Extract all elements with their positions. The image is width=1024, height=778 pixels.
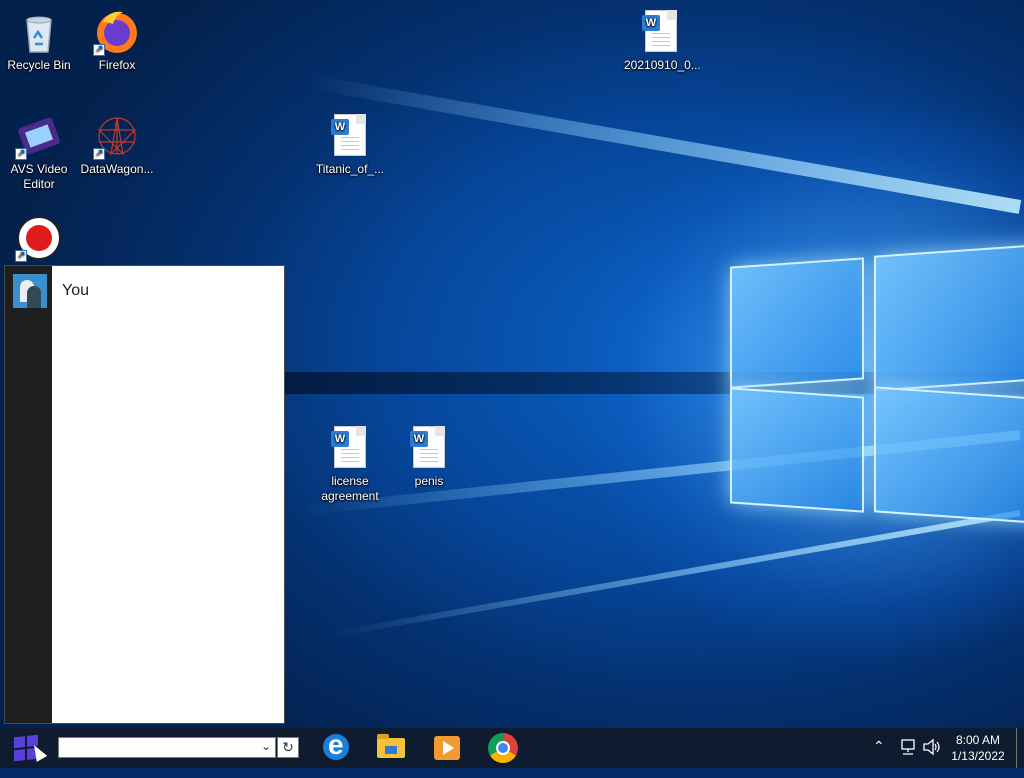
firefox-icon	[93, 8, 141, 57]
chrome-icon	[488, 733, 518, 763]
refresh-icon: ↻	[282, 739, 294, 755]
taskbar-app-edge[interactable]	[312, 728, 360, 768]
datawagon-icon	[93, 112, 141, 161]
desktop-icon-label: Recycle Bin	[7, 58, 71, 72]
chevron-up-icon[interactable]: ⌃	[873, 738, 885, 778]
clock-date: 1/13/2022	[951, 749, 1005, 763]
desktop-icon-penis[interactable]: W penis	[392, 424, 466, 489]
user-name[interactable]: You	[62, 282, 89, 300]
recycle-bin-icon	[15, 8, 63, 56]
word-document-icon: W	[637, 8, 685, 56]
window-logo-pane	[730, 387, 864, 513]
start-menu: You	[5, 266, 284, 723]
start-button[interactable]	[0, 728, 52, 768]
desktop-icon-avs-video-editor[interactable]: AVS Video Editor	[2, 112, 76, 192]
shortcut-arrow-icon	[15, 146, 27, 161]
chevron-down-icon[interactable]: ⌄	[261, 739, 271, 753]
desktop-icon-recorder[interactable]	[2, 214, 76, 264]
taskbar: ⌄ ↻ ⌃ 8:00 AM 1/13/2022	[0, 728, 1024, 768]
desktop-icon-label: license agreement	[321, 474, 379, 503]
desktop-icon-license-agreement[interactable]: W license agreement	[313, 424, 387, 504]
taskbar-app-chrome[interactable]	[479, 728, 527, 768]
desktop-icon-label: DataWagon...	[80, 162, 154, 176]
desktop-icon-document[interactable]: W Titanic_of_...	[313, 112, 387, 177]
window-logo-pane	[730, 257, 864, 389]
network-icon[interactable]	[899, 738, 917, 778]
desktop-icon-recycle-bin[interactable]: Recycle Bin	[2, 8, 76, 73]
desktop-icon-label: 20210910_0...	[624, 58, 701, 72]
word-document-icon: W	[326, 424, 374, 472]
refresh-button[interactable]: ↻	[277, 737, 299, 758]
volume-icon[interactable]	[922, 738, 942, 778]
user-avatar-icon[interactable]	[13, 274, 47, 308]
taskbar-app-file-explorer[interactable]	[367, 728, 415, 768]
taskbar-app-media-player[interactable]	[423, 728, 471, 768]
search-input[interactable]: ⌄	[58, 737, 276, 758]
desktop-icon-firefox[interactable]: Firefox	[80, 8, 154, 73]
desktop-icon-label: AVS Video Editor	[10, 162, 68, 191]
word-document-icon: W	[405, 424, 453, 472]
desktop-icon-datawagon[interactable]: DataWagon...	[80, 112, 154, 177]
shortcut-arrow-icon	[15, 248, 27, 263]
word-document-icon: W	[326, 112, 374, 160]
desktop-icon-label: Firefox	[98, 58, 136, 72]
show-desktop-button[interactable]	[1016, 728, 1017, 768]
shortcut-arrow-icon	[93, 146, 105, 161]
taskbar-clock[interactable]: 8:00 AM 1/13/2022	[946, 732, 1010, 764]
record-icon	[15, 214, 63, 263]
clock-time: 8:00 AM	[955, 733, 1001, 747]
shortcut-arrow-icon	[93, 42, 105, 57]
avs-video-editor-icon	[15, 112, 63, 161]
window-logo-pane	[874, 386, 1024, 524]
file-explorer-icon	[377, 734, 405, 758]
start-menu-rail	[5, 266, 52, 723]
media-player-icon	[434, 736, 460, 760]
desktop-icon-label: Titanic_of_...	[315, 162, 385, 176]
desktop-icon-document[interactable]: W 20210910_0...	[624, 8, 701, 73]
desktop-icon-label: penis	[414, 474, 444, 488]
window-logo-pane	[874, 244, 1024, 392]
edge-icon	[323, 729, 349, 761]
